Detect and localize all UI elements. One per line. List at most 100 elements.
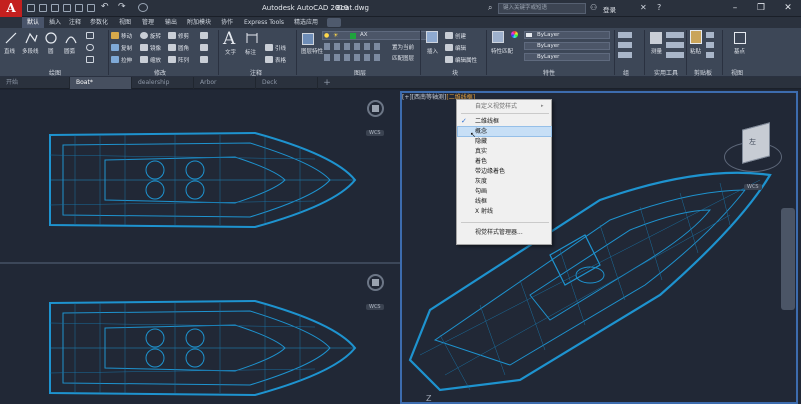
paste-label[interactable]: 粘贴 bbox=[690, 47, 701, 55]
clipboard-panel-label[interactable]: 剪贴板 bbox=[688, 68, 718, 77]
custom-visual-style-item[interactable]: 自定义视觉样式 bbox=[458, 102, 551, 111]
draw-panel-label[interactable]: 绘图 bbox=[30, 68, 80, 77]
tab-addins[interactable]: 附加模块 bbox=[184, 17, 214, 28]
rotate-icon[interactable] bbox=[140, 32, 148, 39]
move-tool-label[interactable]: 移动 bbox=[121, 32, 132, 40]
leader-icon[interactable] bbox=[265, 44, 273, 51]
tab-insert[interactable]: 插入 bbox=[46, 17, 64, 28]
file-tab-boat[interactable]: Boat* bbox=[70, 77, 132, 89]
stretch-icon[interactable] bbox=[111, 56, 119, 63]
file-tab-start[interactable]: 开始 bbox=[0, 77, 70, 89]
edit-attribute-icon[interactable] bbox=[445, 56, 453, 63]
copy-icon[interactable] bbox=[111, 44, 119, 51]
color-wheel-icon[interactable] bbox=[511, 31, 518, 38]
insert-block-icon[interactable] bbox=[426, 31, 438, 43]
dimension-icon[interactable] bbox=[245, 31, 259, 45]
tab-collaborate[interactable]: 协作 bbox=[218, 17, 236, 28]
boundary-icon[interactable] bbox=[86, 56, 94, 63]
match-layer-button[interactable]: 匹配图层 bbox=[392, 54, 414, 62]
wcs-menu[interactable]: WCS bbox=[366, 130, 384, 136]
table-tool-label[interactable]: 表格 bbox=[275, 56, 286, 64]
edit-block-label[interactable]: 编辑 bbox=[455, 44, 466, 52]
undo-icon[interactable]: ↶ bbox=[101, 2, 109, 12]
layer-tools-row-1[interactable] bbox=[324, 43, 384, 50]
circle-icon[interactable] bbox=[44, 31, 58, 45]
match-properties-label[interactable]: 特性匹配 bbox=[491, 47, 513, 55]
restore-button[interactable]: ❐ bbox=[753, 3, 769, 13]
menu-item-sketchy[interactable]: 勾画 bbox=[458, 187, 551, 196]
tab-view[interactable]: 视图 bbox=[116, 17, 134, 28]
new-file-icon[interactable] bbox=[27, 4, 35, 12]
print-icon[interactable] bbox=[87, 4, 95, 12]
menu-item-xray[interactable]: X 射线 bbox=[458, 207, 551, 216]
dimension-tool-label[interactable]: 标注 bbox=[245, 48, 256, 56]
compass-center-icon[interactable] bbox=[372, 105, 379, 112]
menu-item-wireframe[interactable]: 线框 bbox=[458, 197, 551, 206]
text-tool-label[interactable]: 文字 bbox=[225, 48, 236, 56]
new-tab-icon[interactable]: + bbox=[321, 77, 333, 89]
modify-panel-label[interactable]: 修改 bbox=[130, 68, 190, 77]
measure-icon[interactable] bbox=[650, 32, 662, 44]
arc-tool-label[interactable]: 圆弧 bbox=[64, 47, 75, 55]
scale-tool-label[interactable]: 缩放 bbox=[150, 56, 161, 64]
tab-featured-apps[interactable]: 精选应用 bbox=[291, 17, 321, 28]
autocad-logo-button[interactable]: A bbox=[0, 0, 22, 17]
fillet-tool-label[interactable]: 圆角 bbox=[178, 44, 189, 52]
base-point-icon[interactable] bbox=[734, 32, 746, 44]
search-input[interactable]: 键入关键字或短语 bbox=[498, 3, 586, 14]
trim-icon[interactable] bbox=[168, 32, 176, 39]
menu-item-realistic[interactable]: 真实 bbox=[458, 147, 551, 156]
table-icon[interactable] bbox=[265, 56, 273, 63]
binoculars-icon[interactable]: ⌕ bbox=[488, 3, 492, 13]
menu-item-shaded-edges[interactable]: 带边缘着色 bbox=[458, 167, 551, 176]
scale-icon[interactable] bbox=[140, 56, 148, 63]
annotation-panel-label[interactable]: 注释 bbox=[236, 68, 276, 77]
cloud-icon[interactable] bbox=[75, 4, 83, 12]
copy-tool-label[interactable]: 复制 bbox=[121, 44, 132, 52]
tab-manage[interactable]: 管理 bbox=[139, 17, 157, 28]
make-current-button[interactable]: 置为当前 bbox=[392, 43, 414, 51]
utilities-panel-label[interactable]: 实用工具 bbox=[648, 68, 684, 77]
circle-tool-label[interactable]: 圆 bbox=[48, 47, 54, 55]
save-icon[interactable] bbox=[51, 4, 59, 12]
open-file-icon[interactable] bbox=[39, 4, 47, 12]
ribbon-minimize-icon[interactable] bbox=[327, 18, 341, 27]
edit-block-icon[interactable] bbox=[445, 44, 453, 51]
block-panel-label[interactable]: 块 bbox=[440, 68, 470, 77]
utility-tools-icon[interactable] bbox=[666, 32, 684, 58]
minimize-button[interactable]: – bbox=[727, 3, 743, 13]
login-button[interactable]: 登录 bbox=[603, 4, 616, 14]
measure-label[interactable]: 测量 bbox=[651, 47, 662, 55]
tab-parametric[interactable]: 参数化 bbox=[86, 17, 112, 28]
file-tab-deck[interactable]: Deck bbox=[256, 77, 318, 89]
tab-express-tools[interactable]: Express Tools bbox=[240, 17, 288, 28]
layer-properties-icon[interactable] bbox=[302, 33, 314, 45]
properties-panel-label[interactable]: 特性 bbox=[534, 68, 564, 77]
share-icon[interactable] bbox=[138, 3, 148, 12]
array-icon[interactable] bbox=[168, 56, 176, 63]
edit-attribute-label[interactable]: 编辑属性 bbox=[455, 56, 477, 64]
line-icon[interactable] bbox=[4, 31, 18, 45]
polyline-tool-label[interactable]: 多段线 bbox=[22, 47, 39, 55]
groups-panel-label[interactable]: 组 bbox=[616, 68, 636, 77]
paste-icon[interactable] bbox=[690, 30, 702, 44]
trim-tool-label[interactable]: 修剪 bbox=[178, 32, 189, 40]
fillet-icon[interactable] bbox=[168, 44, 176, 51]
view-controls-label[interactable]: [+][西南等轴测] bbox=[402, 94, 446, 101]
layer-properties-label[interactable]: 图层特性 bbox=[301, 47, 323, 55]
create-block-icon[interactable] bbox=[445, 32, 453, 39]
hatch-icon[interactable] bbox=[86, 44, 94, 51]
rectangle-icon[interactable] bbox=[86, 32, 94, 39]
save-as-icon[interactable] bbox=[63, 4, 71, 12]
create-block-label[interactable]: 创建 bbox=[455, 32, 466, 40]
layer-tools-row-2[interactable] bbox=[324, 54, 384, 61]
file-tab-arbor[interactable]: Arbor bbox=[194, 77, 256, 89]
move-icon[interactable] bbox=[111, 32, 119, 39]
rotate-tool-label[interactable]: 旋转 bbox=[150, 32, 161, 40]
group-icon[interactable] bbox=[618, 32, 632, 58]
view-panel-label[interactable]: 视图 bbox=[722, 68, 752, 77]
array-tool-label[interactable]: 阵列 bbox=[178, 56, 189, 64]
clipboard-tools-icon[interactable] bbox=[706, 32, 714, 58]
line-tool-label[interactable]: 直线 bbox=[4, 47, 15, 55]
help-icon[interactable]: ? bbox=[657, 3, 661, 12]
